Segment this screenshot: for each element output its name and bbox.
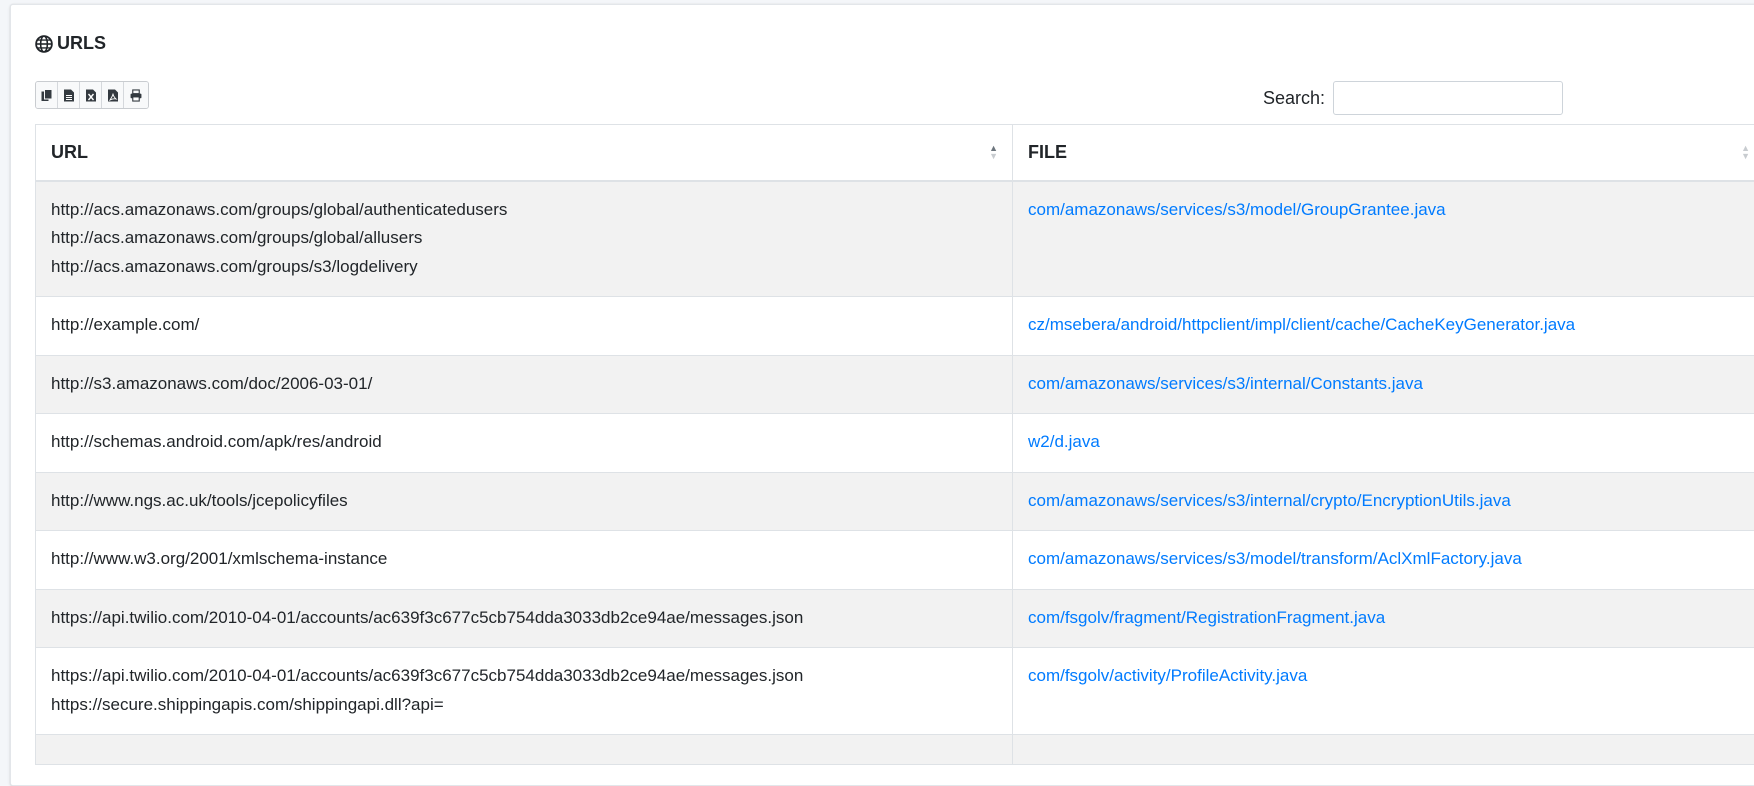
- url-cell: http://www.w3.org/2001/xmlschema-instanc…: [36, 531, 1013, 590]
- url-cell: http://example.com/: [36, 297, 1013, 356]
- file-link[interactable]: com/amazonaws/services/s3/model/GroupGra…: [1028, 200, 1446, 219]
- file-cell: [1013, 735, 1754, 765]
- excel-button[interactable]: [80, 82, 102, 108]
- url-cell: http://s3.amazonaws.com/doc/2006-03-01/: [36, 355, 1013, 414]
- url-text: https://secure.shippingapis.com/shipping…: [51, 691, 997, 720]
- section-title: URLS: [35, 33, 106, 54]
- url-text: http://acs.amazonaws.com/groups/global/a…: [51, 196, 997, 225]
- file-link[interactable]: com/amazonaws/services/s3/internal/crypt…: [1028, 491, 1511, 510]
- url-cell: http://acs.amazonaws.com/groups/global/a…: [36, 181, 1013, 297]
- url-text: http://example.com/: [51, 311, 997, 340]
- sort-unsorted-icon: ▲▼: [1741, 144, 1750, 160]
- url-text: https://api.twilio.com/2010-04-01/accoun…: [51, 662, 997, 691]
- file-link[interactable]: com/amazonaws/services/s3/internal/Const…: [1028, 374, 1423, 393]
- url-cell: https://api.twilio.com/2010-04-01/accoun…: [36, 589, 1013, 648]
- column-header-url[interactable]: URL ▲▼: [36, 125, 1013, 181]
- file-cell: com/amazonaws/services/s3/model/transfor…: [1013, 531, 1754, 590]
- file-cell: cz/msebera/android/httpclient/impl/clien…: [1013, 297, 1754, 356]
- pdf-button[interactable]: [102, 82, 124, 108]
- excel-file-icon: [85, 89, 97, 102]
- file-link[interactable]: cz/msebera/android/httpclient/impl/clien…: [1028, 315, 1575, 334]
- url-text: http://www.w3.org/2001/xmlschema-instanc…: [51, 545, 997, 574]
- table-row: http://s3.amazonaws.com/doc/2006-03-01/c…: [36, 355, 1754, 414]
- urls-card: URLS: [10, 4, 1754, 786]
- pdf-file-icon: [107, 89, 119, 102]
- file-link[interactable]: com/fsgolv/activity/ProfileActivity.java: [1028, 666, 1307, 685]
- table-row: http://schemas.android.com/apk/res/andro…: [36, 414, 1754, 473]
- url-cell: [36, 735, 1013, 765]
- copy-button[interactable]: [36, 82, 58, 108]
- url-text: http://acs.amazonaws.com/groups/s3/logde…: [51, 253, 997, 282]
- url-text: http://schemas.android.com/apk/res/andro…: [51, 428, 997, 457]
- file-cell: w2/d.java: [1013, 414, 1754, 473]
- table-row: https://api.twilio.com/2010-04-01/accoun…: [36, 648, 1754, 735]
- url-cell: http://www.ngs.ac.uk/tools/jcepolicyfile…: [36, 472, 1013, 531]
- print-icon: [130, 89, 142, 102]
- table-row: http://www.w3.org/2001/xmlschema-instanc…: [36, 531, 1754, 590]
- export-toolbar: [35, 81, 149, 109]
- table-row: https://api.twilio.com/2010-04-01/accoun…: [36, 589, 1754, 648]
- file-link[interactable]: com/amazonaws/services/s3/model/transfor…: [1028, 549, 1522, 568]
- column-header-label: URL: [51, 142, 88, 162]
- file-link[interactable]: com/fsgolv/fragment/RegistrationFragment…: [1028, 608, 1385, 627]
- url-text: http://s3.amazonaws.com/doc/2006-03-01/: [51, 370, 997, 399]
- csv-button[interactable]: [58, 82, 80, 108]
- file-cell: com/amazonaws/services/s3/internal/crypt…: [1013, 472, 1754, 531]
- search-box: Search:: [1263, 81, 1563, 115]
- url-text: https://api.twilio.com/2010-04-01/accoun…: [51, 604, 997, 633]
- search-input[interactable]: [1333, 81, 1563, 115]
- urls-table: URL ▲▼ FILE ▲▼ http://acs.amazonaws.com/…: [35, 124, 1754, 765]
- table-row: http://www.ngs.ac.uk/tools/jcepolicyfile…: [36, 472, 1754, 531]
- file-cell: com/fsgolv/fragment/RegistrationFragment…: [1013, 589, 1754, 648]
- globe-icon: [35, 35, 53, 53]
- url-cell: https://api.twilio.com/2010-04-01/accoun…: [36, 648, 1013, 735]
- url-text: http://acs.amazonaws.com/groups/global/a…: [51, 224, 997, 253]
- table-header-row: URL ▲▼ FILE ▲▼: [36, 125, 1754, 181]
- table-row: http://example.com/cz/msebera/android/ht…: [36, 297, 1754, 356]
- search-label: Search:: [1263, 88, 1325, 109]
- print-button[interactable]: [124, 82, 148, 108]
- url-text: http://www.ngs.ac.uk/tools/jcepolicyfile…: [51, 487, 997, 516]
- sort-ascending-icon: ▲▼: [989, 144, 998, 160]
- file-cell: com/amazonaws/services/s3/internal/Const…: [1013, 355, 1754, 414]
- file-cell: com/fsgolv/activity/ProfileActivity.java: [1013, 648, 1754, 735]
- column-header-file[interactable]: FILE ▲▼: [1013, 125, 1754, 181]
- section-title-text: URLS: [57, 33, 106, 54]
- copy-icon: [41, 89, 53, 102]
- url-cell: http://schemas.android.com/apk/res/andro…: [36, 414, 1013, 473]
- table-row: [36, 735, 1754, 765]
- table-body: http://acs.amazonaws.com/groups/global/a…: [36, 181, 1754, 765]
- file-link[interactable]: w2/d.java: [1028, 432, 1100, 451]
- column-header-label: FILE: [1028, 142, 1067, 162]
- table-row: http://acs.amazonaws.com/groups/global/a…: [36, 181, 1754, 297]
- csv-file-icon: [63, 89, 75, 102]
- file-cell: com/amazonaws/services/s3/model/GroupGra…: [1013, 181, 1754, 297]
